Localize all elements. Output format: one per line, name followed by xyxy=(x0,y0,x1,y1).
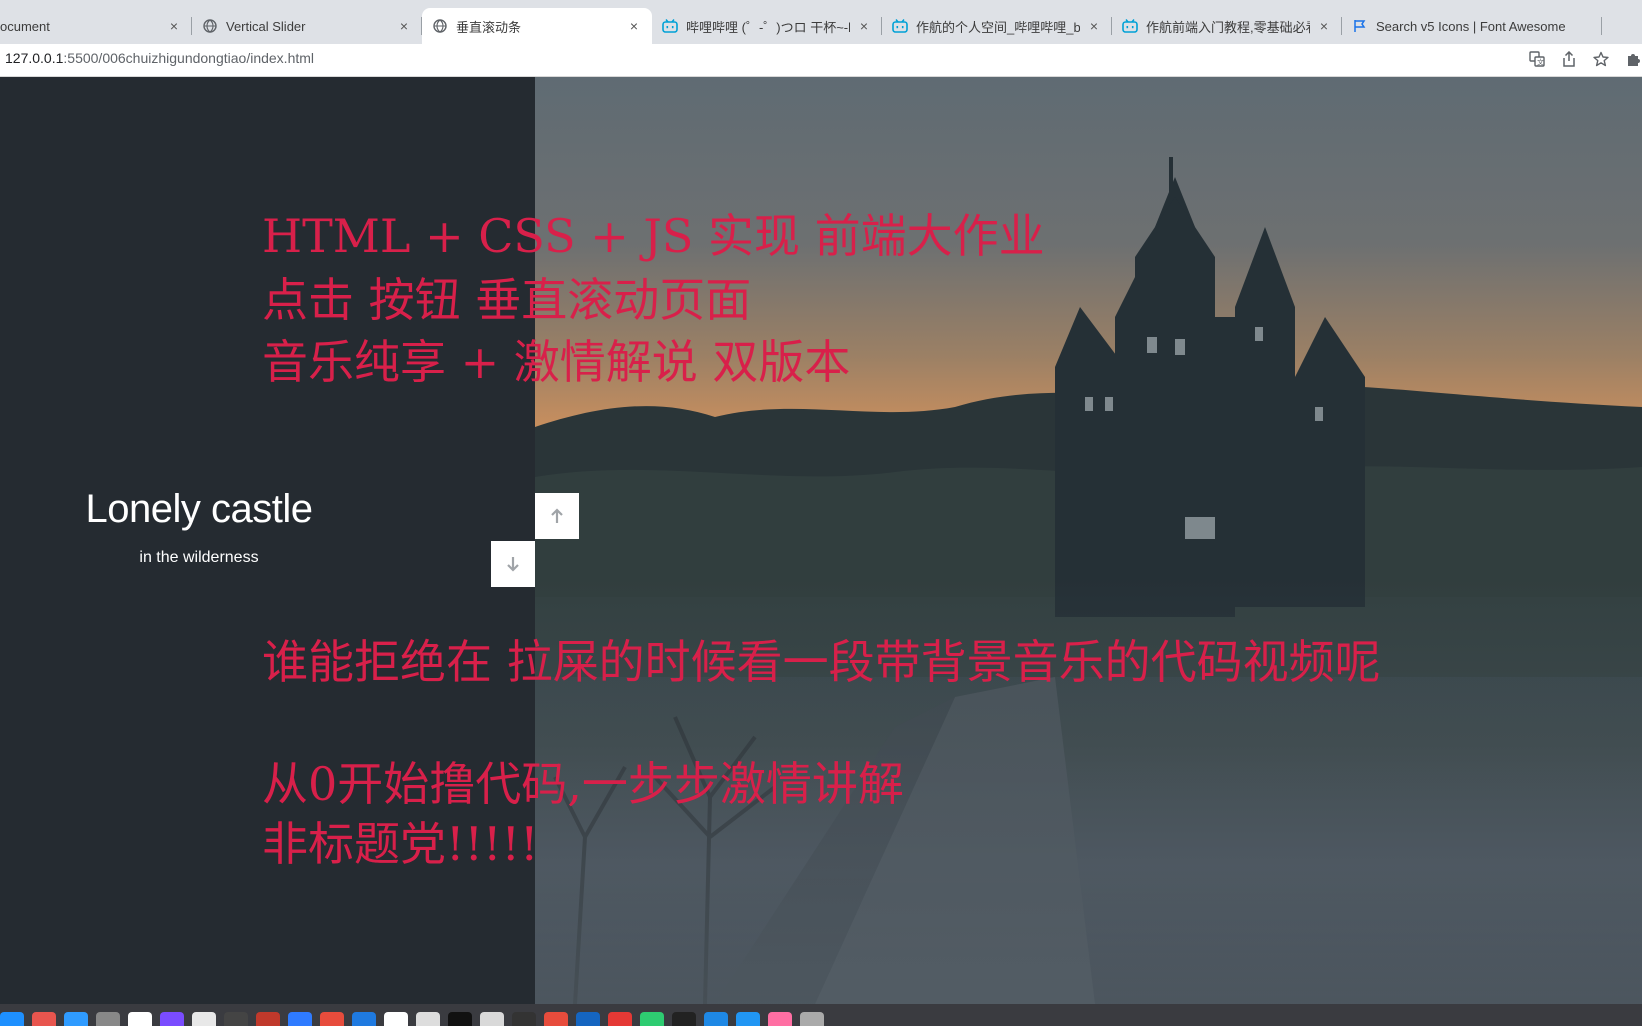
scroll-down-button[interactable] xyxy=(491,541,535,587)
slide-title: Lonely castle xyxy=(85,487,313,531)
dock-app-icon[interactable] xyxy=(576,1012,600,1026)
translate-icon[interactable]: 文 xyxy=(1528,50,1546,68)
globe-icon xyxy=(432,18,448,34)
arrow-up-icon xyxy=(551,508,563,523)
dock-app-icon[interactable] xyxy=(192,1012,216,1026)
dock-app-icon[interactable] xyxy=(448,1012,472,1026)
bookmark-star-icon[interactable] xyxy=(1592,50,1610,68)
tab-title: 作航前端入门教程,零基础必看哟 xyxy=(1146,19,1310,35)
dock-app-icon[interactable] xyxy=(160,1012,184,1026)
close-icon[interactable]: × xyxy=(1316,18,1332,34)
page-viewport: Lonely castle in the wilderness HTML + C… xyxy=(0,77,1642,1004)
dock-app-icon[interactable] xyxy=(0,1012,24,1026)
dock-app-icon[interactable] xyxy=(64,1012,88,1026)
extensions-icon[interactable] xyxy=(1624,50,1642,68)
dock-app-icon[interactable] xyxy=(512,1012,536,1026)
tab-4[interactable]: 作航的个人空间_哔哩哔哩_bilibili × xyxy=(882,8,1112,44)
tab-title: 哔哩哔哩 (゜-゜)つロ 干杯~-bilibili xyxy=(686,19,850,35)
close-icon[interactable]: × xyxy=(166,18,182,34)
close-icon[interactable]: × xyxy=(396,18,412,34)
dock-app-icon[interactable] xyxy=(288,1012,312,1026)
slide-subtitle: in the wilderness xyxy=(139,549,259,566)
castle-image-slide xyxy=(535,77,1642,1004)
tab-0[interactable]: ocument × xyxy=(0,8,192,44)
tab-title: Search v5 Icons | Font Awesome xyxy=(1376,18,1566,34)
tab-title: 作航的个人空间_哔哩哔哩_bilibili xyxy=(916,19,1080,35)
dock-app-icon[interactable] xyxy=(480,1012,504,1026)
tab-title: Vertical Slider xyxy=(226,18,306,34)
dock-app-icon[interactable] xyxy=(96,1012,120,1026)
dock-app-icon[interactable] xyxy=(352,1012,376,1026)
castle-scene-image xyxy=(535,157,1642,1004)
tab-3[interactable]: 哔哩哔哩 (゜-゜)つロ 干杯~-bilibili × xyxy=(652,8,882,44)
scroll-up-button[interactable] xyxy=(535,493,579,539)
dock-app-icon[interactable] xyxy=(320,1012,344,1026)
dock-app-icon[interactable] xyxy=(768,1012,792,1026)
dock-app-icon[interactable] xyxy=(256,1012,280,1026)
dock-app-icon[interactable] xyxy=(800,1012,824,1026)
url-path: :5500/006chuizhigundongtiao/index.html xyxy=(63,50,315,66)
close-icon[interactable]: × xyxy=(856,18,872,34)
tab-title: ocument xyxy=(0,18,50,34)
close-icon[interactable]: × xyxy=(626,18,642,34)
dock-app-icon[interactable] xyxy=(32,1012,56,1026)
dock-app-icon[interactable] xyxy=(704,1012,728,1026)
tab-strip: ocument × Vertical Slider × 垂直滚动条 × 哔哩哔哩 (゜-゜)… xyxy=(0,0,1642,44)
bilibili-icon xyxy=(892,18,908,34)
arrow-down-icon xyxy=(507,557,519,572)
tab-6[interactable]: Search v5 Icons | Font Awesome xyxy=(1342,8,1602,44)
left-slide-panel: Lonely castle in the wilderness xyxy=(0,77,535,1004)
macos-dock xyxy=(0,1004,1642,1026)
bilibili-icon xyxy=(1122,18,1138,34)
tab-title: 垂直滚动条 xyxy=(456,19,522,35)
tab-separator xyxy=(1601,17,1602,35)
dock-app-icon[interactable] xyxy=(608,1012,632,1026)
url-host: 127.0.0.1 xyxy=(5,50,64,66)
svg-text:文: 文 xyxy=(1537,58,1544,67)
globe-icon xyxy=(202,18,218,34)
dock-app-icon[interactable] xyxy=(672,1012,696,1026)
dock-app-icon[interactable] xyxy=(128,1012,152,1026)
bilibili-icon xyxy=(662,18,678,34)
tab-5[interactable]: 作航前端入门教程,零基础必看哟 × xyxy=(1112,8,1342,44)
address-bar[interactable]: 127.0.0.1:5500/006chuizhigundongtiao/ind… xyxy=(0,44,1642,77)
dock-app-icon[interactable] xyxy=(384,1012,408,1026)
close-icon[interactable]: × xyxy=(1086,18,1102,34)
url-text[interactable]: 127.0.0.1:5500/006chuizhigundongtiao/ind… xyxy=(5,50,314,66)
share-icon[interactable] xyxy=(1560,50,1578,68)
dock-app-icon[interactable] xyxy=(736,1012,760,1026)
dock-app-icon[interactable] xyxy=(640,1012,664,1026)
toolbar-icons: 文 xyxy=(1528,50,1642,68)
tab-2[interactable]: 垂直滚动条 × xyxy=(422,8,652,44)
flag-icon xyxy=(1352,18,1368,34)
dock-app-icon[interactable] xyxy=(544,1012,568,1026)
dock-app-icon[interactable] xyxy=(416,1012,440,1026)
tab-1[interactable]: Vertical Slider × xyxy=(192,8,422,44)
dock-app-icon[interactable] xyxy=(224,1012,248,1026)
